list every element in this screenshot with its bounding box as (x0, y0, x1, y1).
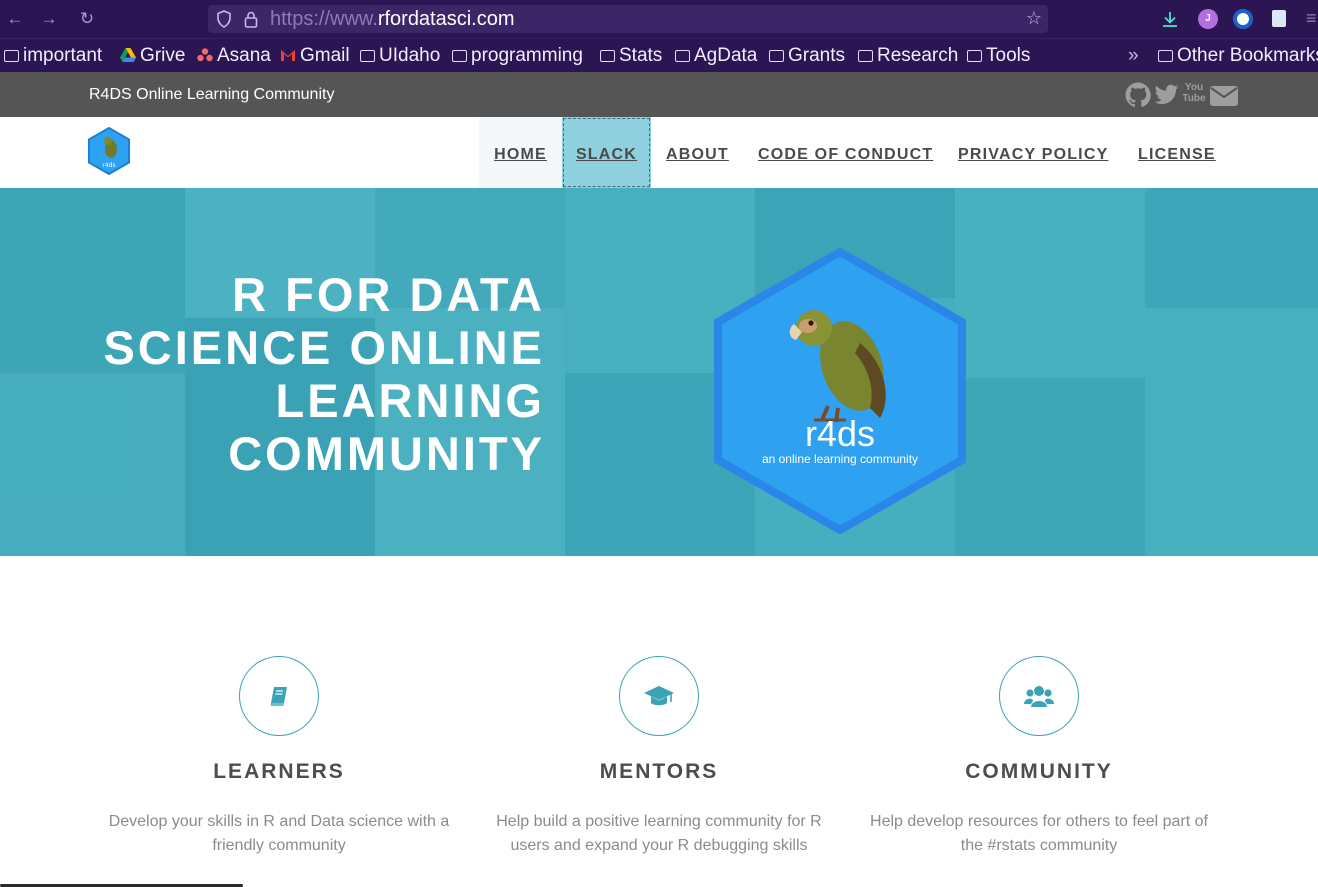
document-extension-icon[interactable] (1272, 10, 1286, 27)
feature-learners: LEARNERS Develop your skills in R and Da… (89, 656, 469, 858)
folder-icon (452, 50, 467, 62)
profile-extension-icon[interactable]: J (1198, 9, 1218, 29)
hex-title: r4ds (805, 413, 875, 454)
folder-icon (675, 50, 690, 62)
r4ds-hex-sticker: r4ds an online learning community (714, 248, 966, 534)
bookmark-programming[interactable]: programming (452, 44, 583, 68)
feature-description: Help develop resources for others to fee… (870, 813, 1208, 854)
feature-title: MENTORS (599, 760, 719, 783)
nav-license[interactable]: LICENSE (1138, 117, 1216, 188)
bookmark-research[interactable]: Research (858, 44, 958, 68)
site-title: R4DS Online Learning Community (89, 86, 335, 103)
site-navbar: r4ds HOME SLACK ABOUT CODE OF CONDUCT PR… (0, 117, 1318, 188)
browser-toolbar: ← → ↻ https://www.rfordatasci.com ☆ J ≡ (0, 0, 1318, 38)
hero-banner: R FOR DATA SCIENCE ONLINE LEARNING COMMU… (0, 188, 1318, 556)
nav-home[interactable]: HOME (479, 117, 562, 188)
download-icon[interactable] (1160, 9, 1180, 29)
nav-code-of-conduct[interactable]: CODE OF CONDUCT (758, 117, 933, 188)
folder-icon (600, 50, 615, 62)
youtube-icon-label: You Tube (1182, 82, 1206, 104)
bookmark-grants[interactable]: Grants (769, 44, 845, 68)
google-drive-icon (120, 48, 136, 62)
youtube-icon[interactable]: You Tube (1182, 82, 1206, 108)
password-manager-icon[interactable] (1233, 9, 1253, 29)
lock-icon[interactable] (244, 10, 258, 28)
nav-privacy-policy[interactable]: PRIVACY POLICY (958, 117, 1108, 188)
bookmark-stats[interactable]: Stats (600, 44, 662, 68)
bookmarks-bar: important Grive Asana Gmail UIdaho progr… (0, 38, 1318, 72)
bookmark-gmail[interactable]: Gmail (280, 44, 350, 68)
feature-title: LEARNERS (213, 760, 345, 783)
folder-icon (360, 50, 375, 62)
github-icon[interactable] (1125, 82, 1151, 108)
feature-mentors: MENTORS Help build a positive learning c… (469, 656, 849, 858)
feature-description: Develop your skills in R and Data scienc… (108, 813, 450, 854)
bookmark-tools[interactable]: Tools (967, 44, 1030, 68)
bookmark-star-icon[interactable]: ☆ (1026, 8, 1042, 29)
twitter-icon[interactable] (1153, 82, 1180, 108)
hero-title: R FOR DATA SCIENCE ONLINE LEARNING COMMU… (103, 268, 545, 480)
menu-icon[interactable]: ≡ (1306, 9, 1318, 29)
url-text[interactable]: https://www.rfordatasci.com (270, 8, 515, 31)
feature-icon-circle (619, 656, 699, 736)
bookmark-agdata[interactable]: AgData (675, 44, 757, 68)
site-top-bar: R4DS Online Learning Community You Tube (0, 72, 1318, 117)
feature-title: COMMUNITY (965, 760, 1113, 783)
folder-icon (1158, 50, 1173, 62)
graduation-cap-icon (644, 686, 674, 706)
url-bar[interactable]: https://www.rfordatasci.com ☆ (208, 5, 1048, 33)
book-icon (270, 687, 287, 706)
asana-icon (197, 48, 213, 62)
shield-icon[interactable] (216, 10, 232, 28)
bookmark-asana[interactable]: Asana (197, 44, 271, 68)
feature-icon-circle (999, 656, 1079, 736)
nav-slack[interactable]: SLACK (562, 117, 651, 188)
envelope-icon[interactable] (1209, 85, 1239, 107)
hex-subtitle: an online learning community (762, 452, 918, 466)
feature-community: COMMUNITY Help develop resources for oth… (849, 656, 1229, 858)
bookmark-other-bookmarks[interactable]: Other Bookmarks (1158, 44, 1318, 68)
r4ds-logo[interactable]: r4ds (88, 127, 130, 175)
logo-text: r4ds (102, 162, 115, 169)
users-icon (1024, 686, 1054, 707)
bookmark-uidaho[interactable]: UIdaho (360, 44, 440, 68)
bookmark-important[interactable]: important (4, 44, 102, 68)
folder-icon (858, 50, 873, 62)
bookmarks-overflow-chevron-icon[interactable]: » (1128, 44, 1139, 68)
bookmark-grive[interactable]: Grive (120, 44, 185, 68)
gmail-icon (281, 50, 295, 61)
feature-description: Help build a positive learning community… (496, 813, 822, 854)
folder-icon (967, 50, 982, 62)
folder-icon (769, 50, 784, 62)
forward-arrow-icon[interactable]: → (38, 8, 60, 30)
folder-icon (4, 50, 19, 62)
back-arrow-icon[interactable]: ← (4, 8, 26, 30)
feature-icon-circle (239, 656, 319, 736)
nav-about[interactable]: ABOUT (666, 117, 729, 188)
reload-icon[interactable]: ↻ (76, 8, 98, 30)
